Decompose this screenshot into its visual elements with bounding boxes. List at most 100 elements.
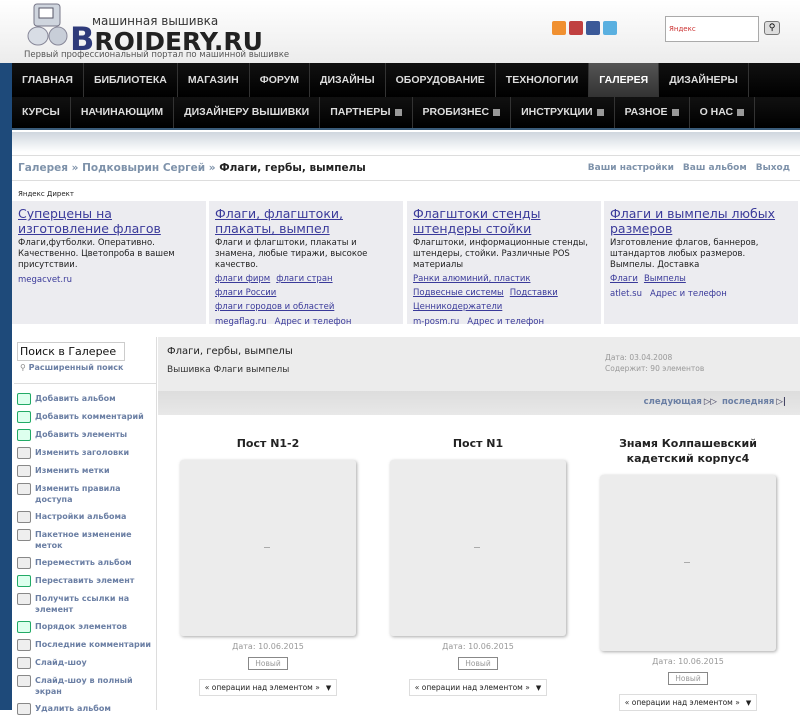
ad-card: Флагштоки стенды штендеры стойки Флагшток… xyxy=(407,201,601,327)
next-icon[interactable]: ▷▷ xyxy=(704,397,717,407)
breadcrumb-separator: » xyxy=(208,162,216,174)
search-button[interactable]: ⚲ xyxy=(764,21,780,35)
sidebar-action-label: Слайд-шоу xyxy=(35,658,87,667)
ad-domain[interactable]: atlet.su xyxy=(610,289,642,299)
ad-title-link[interactable]: Флаги, флагштоки, плакаты, вымпел xyxy=(215,206,397,236)
sidebar-action[interactable]: Добавить комментарий xyxy=(17,411,157,423)
sidebar-action[interactable]: Изменить правила доступа xyxy=(17,483,157,505)
nav-item[interactable]: ТЕХНОЛОГИИ xyxy=(496,63,590,97)
permissions-icon xyxy=(17,483,31,495)
nav-item[interactable]: ПАРТНЕРЫ xyxy=(320,97,413,128)
nav-item[interactable]: ОБОРУДОВАНИЕ xyxy=(386,63,496,97)
sidebar-action[interactable]: Добавить элементы xyxy=(17,429,157,441)
settings-link[interactable]: Ваши настройки xyxy=(588,163,674,173)
sidebar-action[interactable]: Удалить альбом xyxy=(17,703,157,715)
add-items-icon xyxy=(17,429,31,441)
sidebar-action-label: Последние комментарии xyxy=(35,640,151,649)
nav-item[interactable]: ГАЛЕРЕЯ xyxy=(589,63,660,97)
nav-item[interactable]: ДИЗАЙНЕРУ ВЫШИВКИ xyxy=(174,97,321,128)
ad-link[interactable]: Ранки алюминий, пластик xyxy=(413,274,530,284)
facebook-icon[interactable] xyxy=(586,21,600,35)
add-comment-icon xyxy=(17,411,31,423)
last-page-link[interactable]: последняя xyxy=(722,397,774,407)
nav-item[interactable]: НАЧИНАЮЩИМ xyxy=(71,97,175,128)
breadcrumb-gallery[interactable]: Галерея xyxy=(18,162,68,174)
logout-link[interactable]: Выход xyxy=(756,163,790,173)
checkbox-icon xyxy=(17,529,31,541)
nav-item[interactable]: О НАС xyxy=(690,97,756,128)
nav-item[interactable]: РАЗНОЕ xyxy=(615,97,690,128)
item-thumbnail[interactable] xyxy=(390,460,566,636)
sidebar-action[interactable]: Переставить элемент xyxy=(17,575,157,587)
ad-link[interactable]: Ценникодержатели xyxy=(413,302,502,312)
item-title[interactable]: Пост N1-2 xyxy=(168,436,368,451)
sidebar-action[interactable]: Слайд-шоу xyxy=(17,657,157,669)
breadcrumb-user[interactable]: Подковырин Сергей xyxy=(82,162,205,174)
item-title[interactable]: Знамя Колпашевский кадетский корпус4 xyxy=(588,436,788,466)
sidebar-action[interactable]: Получить ссылки на элемент xyxy=(17,593,157,615)
nav-item[interactable]: КУРСЫ xyxy=(12,97,71,128)
sidebar-action[interactable]: Порядок элементов xyxy=(17,621,157,633)
ad-domain[interactable]: m-posm.ru xyxy=(413,317,459,327)
item-thumbnail[interactable] xyxy=(600,475,776,651)
nav-item[interactable]: ИНСТРУКЦИИ xyxy=(511,97,615,128)
ad-link[interactable]: флаги городов и областей xyxy=(215,302,334,312)
ad-link[interactable]: Вымпелы xyxy=(644,274,686,284)
my-album-link[interactable]: Ваш альбом xyxy=(683,163,747,173)
yandex-search-input[interactable]: Яндекс xyxy=(665,16,759,42)
gallery-search-input[interactable]: Поиск в Галерее xyxy=(17,342,125,361)
item-operations-select[interactable]: « операции над элементом » ▼ xyxy=(408,679,548,696)
blogger-icon[interactable] xyxy=(552,21,566,35)
ad-domain[interactable]: megacvet.ru xyxy=(18,275,72,285)
item-operations-select[interactable]: « операции над элементом » ▼ xyxy=(198,679,338,696)
item-operations-select[interactable]: « операции над элементом » ▼ xyxy=(618,694,758,711)
ad-link[interactable]: флаги России xyxy=(215,288,276,298)
next-page-link[interactable]: следующая xyxy=(644,397,702,407)
sidebar-action[interactable]: Переместить альбом xyxy=(17,557,157,569)
advanced-search-link[interactable]: ⚲ Расширенный поиск xyxy=(20,363,123,372)
sidebar-action[interactable]: Изменить метки xyxy=(17,465,157,477)
last-icon[interactable]: ▷| xyxy=(776,397,786,407)
ad-contact-link[interactable]: Адрес и телефон xyxy=(650,289,727,299)
sidebar-action[interactable]: Изменить заголовки xyxy=(17,447,157,459)
ad-link[interactable]: Подвесные системы xyxy=(413,288,504,298)
dropdown-icon xyxy=(671,108,679,116)
nav-item[interactable]: ФОРУМ xyxy=(250,63,311,97)
ad-text: Флагштоки, информационные стенды, штенде… xyxy=(413,238,588,270)
nav-item[interactable]: PROБИЗНЕС xyxy=(413,97,512,128)
sidebar-action[interactable]: Настройки альбома xyxy=(17,511,157,523)
gallery-item: Пост N1-2 Дата: 10.06.2015 Новый « операции… xyxy=(168,436,368,696)
youtube-icon[interactable] xyxy=(569,21,583,35)
ad-title-link[interactable]: Флагштоки стенды штендеры стойки xyxy=(413,206,595,236)
ad-links-row: флаги городов и областей xyxy=(215,302,397,313)
nav-item[interactable]: ДИЗАЙНЕРЫ xyxy=(659,63,749,97)
twitter-icon[interactable] xyxy=(603,21,617,35)
ad-link[interactable]: Флаги xyxy=(610,274,638,284)
ad-title-link[interactable]: Суперцены на изготовление флагов xyxy=(18,206,200,236)
ad-contact-link[interactable]: Адрес и телефон xyxy=(467,317,544,327)
nav-item-label: РАЗНОЕ xyxy=(624,106,668,118)
ad-footer: megacvet.ru xyxy=(18,275,200,286)
sidebar-action[interactable]: Пакетное изменение меток xyxy=(17,529,157,551)
dropdown-icon xyxy=(737,108,745,116)
nav-item[interactable]: ГЛАВНАЯ xyxy=(12,63,84,97)
sidebar-action[interactable]: Последние комментарии xyxy=(17,639,157,651)
ad-link[interactable]: Подставки xyxy=(510,288,558,298)
checkbox-icon xyxy=(17,465,31,477)
ad-domain[interactable]: megaflag.ru xyxy=(215,317,267,327)
sidebar-action[interactable]: Добавить альбом xyxy=(17,393,157,405)
ad-contact-link[interactable]: Адрес и телефон xyxy=(275,317,352,327)
delete-icon xyxy=(17,703,31,715)
nav-item[interactable]: МАГАЗИН xyxy=(178,63,250,97)
sidebar-action[interactable]: Слайд-шоу в полный экран xyxy=(17,675,157,697)
ad-link[interactable]: флаги стран xyxy=(276,274,332,284)
album-description: Вышивка Флаги вымпелы xyxy=(167,365,290,375)
item-title[interactable]: Пост N1 xyxy=(378,436,578,451)
item-thumbnail[interactable] xyxy=(180,460,356,636)
item-date: Дата: 10.06.2015 xyxy=(232,642,304,651)
nav-item[interactable]: БИБЛИОТЕКА xyxy=(84,63,178,97)
ad-link[interactable]: флаги фирм xyxy=(215,274,270,284)
nav-item[interactable]: ДИЗАЙНЫ xyxy=(310,63,386,97)
sidebar-action-label: Добавить альбом xyxy=(35,394,116,403)
ad-title-link[interactable]: Флаги и вымпелы любых размеров xyxy=(610,206,792,236)
